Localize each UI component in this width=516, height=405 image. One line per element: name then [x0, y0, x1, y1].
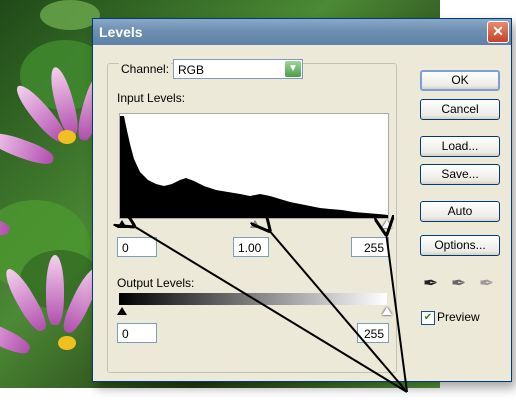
- close-icon[interactable]: ✕: [487, 21, 509, 43]
- chevron-down-icon[interactable]: ▼: [285, 61, 301, 77]
- cancel-button[interactable]: Cancel: [420, 99, 500, 120]
- flower-center: [58, 336, 76, 350]
- channel-value: RGB: [178, 63, 205, 77]
- flower-center: [58, 130, 76, 144]
- output-gradient-bar: [119, 293, 387, 305]
- load-button[interactable]: Load...: [420, 136, 500, 157]
- histogram: [119, 113, 389, 219]
- output-black-slider[interactable]: [117, 307, 127, 315]
- levels-dialog: Levels ✕ Channel: RGB ▼ Input Levels: 0 …: [92, 18, 512, 382]
- output-levels-label: Output Levels:: [117, 276, 195, 290]
- eyedropper-black-icon[interactable]: ✒: [423, 273, 438, 294]
- flower-petal: [46, 255, 64, 325]
- auto-button[interactable]: Auto: [420, 201, 500, 222]
- input-black-field[interactable]: 0: [117, 237, 157, 257]
- output-white-slider[interactable]: [382, 307, 392, 315]
- eyedropper-gray-icon[interactable]: ✒: [451, 273, 466, 294]
- input-gamma-slider[interactable]: [250, 220, 260, 228]
- title-bar[interactable]: Levels ✕: [93, 19, 511, 45]
- ok-button[interactable]: OK: [420, 70, 500, 91]
- input-gamma-field[interactable]: 1.00: [233, 237, 269, 257]
- options-button[interactable]: Options...: [420, 235, 500, 256]
- input-black-slider[interactable]: [117, 220, 127, 228]
- output-black-field[interactable]: 0: [117, 323, 157, 343]
- lily-pad: [40, 0, 100, 30]
- input-white-slider[interactable]: [382, 220, 392, 228]
- dialog-title: Levels: [99, 24, 143, 40]
- histogram-graph: [120, 116, 388, 218]
- channel-select[interactable]: RGB ▼: [173, 59, 303, 79]
- save-button[interactable]: Save...: [420, 164, 500, 185]
- input-levels-label: Input Levels:: [117, 91, 186, 105]
- output-white-field[interactable]: 255: [357, 323, 389, 343]
- eyedropper-white-icon[interactable]: ✒: [479, 273, 494, 294]
- preview-label: Preview: [437, 310, 480, 324]
- channel-label: Channel:: [119, 62, 172, 76]
- preview-checkbox[interactable]: ✔: [421, 311, 435, 325]
- input-white-field[interactable]: 255: [351, 237, 389, 257]
